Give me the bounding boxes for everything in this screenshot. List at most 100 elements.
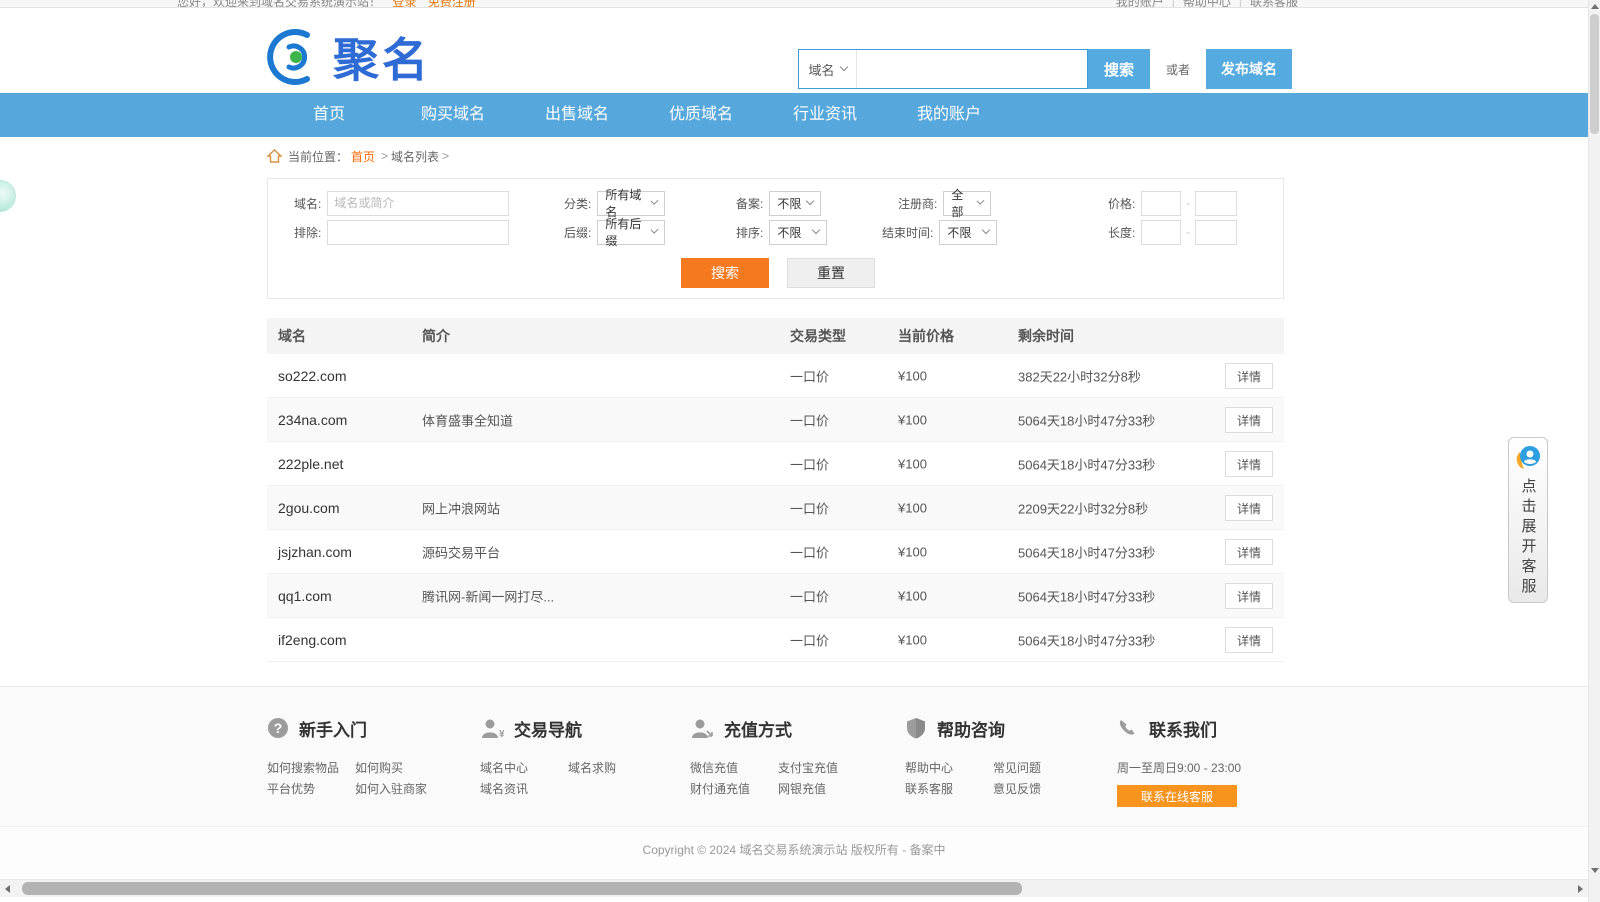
logo-text: 聚名 xyxy=(333,24,431,90)
footer-link[interactable]: 域名资讯 xyxy=(480,780,528,797)
footer-col-title: 联系我们 xyxy=(1149,716,1217,741)
filter-beian-select[interactable]: 不限 xyxy=(769,191,821,216)
footer-link[interactable]: 联系客服 xyxy=(905,780,953,797)
detail-button[interactable]: 详情 xyxy=(1225,451,1273,477)
footer-link[interactable]: 平台优势 xyxy=(267,780,315,797)
footer-link[interactable]: 帮助中心 xyxy=(905,759,953,776)
current-price: ¥100 xyxy=(898,632,927,647)
question-circle-icon: ? xyxy=(267,717,289,739)
footer-link[interactable]: 域名求购 xyxy=(568,759,616,776)
trade-type: 一口价 xyxy=(790,542,829,561)
search-input[interactable] xyxy=(857,50,1087,88)
filter-length-max-input[interactable] xyxy=(1195,220,1237,245)
breadcrumb-label: 当前位置： xyxy=(288,148,348,165)
breadcrumb-separator: > xyxy=(442,149,449,163)
filter-reset-button[interactable]: 重置 xyxy=(787,258,875,288)
topbar-link-contact[interactable]: 联系客服 xyxy=(1250,0,1298,8)
filter-exclude-input[interactable] xyxy=(327,220,509,245)
nav-item-home[interactable]: 首页 xyxy=(267,93,391,137)
filter-panel: 域名: 分类: 所有域名 备案: 不限 注册商: 全部 价格: - 排除: 后缀… xyxy=(267,178,1284,299)
footer-link[interactable]: 域名中心 xyxy=(480,759,528,776)
filter-category-select[interactable]: 所有域名 xyxy=(597,191,665,216)
footer-col-help: 帮助咨询 帮助中心 常见问题 联系客服 意见反馈 xyxy=(905,715,1095,759)
footer-link[interactable]: 微信充值 xyxy=(690,759,738,776)
table-row: if2eng.com 一口价 ¥100 5064天18小时47分33秒 详情 xyxy=(267,618,1284,662)
filter-suffix-label: 后缀: xyxy=(564,224,591,241)
detail-button[interactable]: 详情 xyxy=(1225,627,1273,653)
filter-length-min-input[interactable] xyxy=(1141,220,1181,245)
footer-link[interactable]: 如何入驻商家 xyxy=(355,780,427,797)
search-box: 域名 xyxy=(798,49,1088,89)
search-type-select[interactable]: 域名 xyxy=(799,50,857,88)
domain-name[interactable]: so222.com xyxy=(278,368,346,384)
domain-name[interactable]: qq1.com xyxy=(278,588,332,604)
col-header-intro: 简介 xyxy=(422,326,450,346)
chevron-down-icon xyxy=(839,63,847,71)
scroll-right-arrow-icon[interactable] xyxy=(1578,885,1583,893)
footer-link[interactable]: 意见反馈 xyxy=(993,780,1041,797)
filter-price-min-input[interactable] xyxy=(1141,191,1181,216)
detail-button[interactable]: 详情 xyxy=(1225,495,1273,521)
vertical-scrollbar[interactable] xyxy=(1588,0,1600,902)
site-logo[interactable]: 聚名 xyxy=(267,24,431,90)
filter-domain-input[interactable] xyxy=(327,191,509,216)
customer-service-icon xyxy=(1514,444,1542,472)
nav-item-sell-domain[interactable]: 出售域名 xyxy=(515,93,639,137)
footer-link[interactable]: 网银充值 xyxy=(778,780,826,797)
topbar-link-help[interactable]: 帮助中心 xyxy=(1183,0,1231,8)
filter-endtime-value: 不限 xyxy=(947,224,971,241)
breadcrumb-current: 域名列表 xyxy=(391,148,439,165)
domain-name[interactable]: 222ple.net xyxy=(278,456,343,472)
login-link[interactable]: 登录 xyxy=(392,0,416,8)
scroll-up-arrow-icon[interactable] xyxy=(1591,4,1599,9)
footer-link[interactable]: 如何购买 xyxy=(355,759,403,776)
publish-domain-button[interactable]: 发布域名 xyxy=(1206,49,1292,89)
nav-item-industry-news[interactable]: 行业资讯 xyxy=(763,93,887,137)
horizontal-scrollbar[interactable] xyxy=(0,879,1588,897)
header-search-button[interactable]: 搜索 xyxy=(1088,49,1150,89)
horizontal-scrollbar-thumb[interactable] xyxy=(22,882,1022,895)
table-row: qq1.com 腾讯网-新闻一网打尽... 一口价 ¥100 5064天18小时… xyxy=(267,574,1284,618)
footer-link[interactable]: 支付宝充值 xyxy=(778,759,838,776)
footer-link[interactable]: 常见问题 xyxy=(993,759,1041,776)
time-remaining: 5064天18小时47分33秒 xyxy=(1018,410,1155,429)
detail-button[interactable]: 详情 xyxy=(1225,363,1273,389)
nav-item-buy-domain[interactable]: 购买域名 xyxy=(391,93,515,137)
scroll-down-arrow-icon[interactable] xyxy=(1591,868,1599,873)
detail-button[interactable]: 详情 xyxy=(1225,539,1273,565)
nav-item-premium-domain[interactable]: 优质域名 xyxy=(639,93,763,137)
time-remaining: 5064天18小时47分33秒 xyxy=(1018,454,1155,473)
customer-service-tab[interactable]: 点击展开客服 xyxy=(1508,437,1548,603)
contact-online-service-button[interactable]: 联系在线客服 xyxy=(1117,785,1237,807)
topbar-link-account[interactable]: 我的账户 xyxy=(1116,0,1164,8)
filter-suffix-select[interactable]: 所有后缀 xyxy=(597,220,665,245)
footer-col-contact: 联系我们 周一至周日9:00 - 23:00 联系在线客服 xyxy=(1117,715,1241,807)
filter-search-button[interactable]: 搜索 xyxy=(681,258,769,288)
col-header-domain: 域名 xyxy=(278,326,306,346)
footer-link[interactable]: 如何搜索物品 xyxy=(267,759,339,776)
register-link[interactable]: 免费注册 xyxy=(428,0,476,8)
footer-link[interactable]: 财付通充值 xyxy=(690,780,750,797)
domain-name[interactable]: if2eng.com xyxy=(278,632,346,648)
filter-sort-select[interactable]: 不限 xyxy=(769,220,827,245)
detail-button[interactable]: 详情 xyxy=(1225,583,1273,609)
domain-name[interactable]: 2gou.com xyxy=(278,500,339,516)
current-price: ¥100 xyxy=(898,412,927,427)
detail-button[interactable]: 详情 xyxy=(1225,407,1273,433)
left-floating-bubble[interactable] xyxy=(0,180,16,212)
chevron-down-icon xyxy=(651,226,659,234)
time-remaining: 5064天18小时47分33秒 xyxy=(1018,630,1155,649)
breadcrumb-home-link[interactable]: 首页 xyxy=(351,148,375,165)
shield-icon xyxy=(905,717,927,739)
nav-item-my-account[interactable]: 我的账户 xyxy=(887,93,1011,137)
filter-registrar-select[interactable]: 全部 xyxy=(943,191,991,216)
vertical-scrollbar-thumb[interactable] xyxy=(1590,14,1599,134)
service-hours: 周一至周日9:00 - 23:00 xyxy=(1117,759,1241,776)
filter-price-max-input[interactable] xyxy=(1195,191,1237,216)
scroll-left-arrow-icon[interactable] xyxy=(5,885,10,893)
filter-endtime-select[interactable]: 不限 xyxy=(939,220,997,245)
table-header-row: 域名 简介 交易类型 当前价格 剩余时间 xyxy=(267,318,1284,354)
domain-name[interactable]: jsjzhan.com xyxy=(278,544,352,560)
footer-col-trade-nav: ¥ 交易导航 域名中心 域名求购 域名资讯 xyxy=(480,715,670,759)
domain-name[interactable]: 234na.com xyxy=(278,412,347,428)
